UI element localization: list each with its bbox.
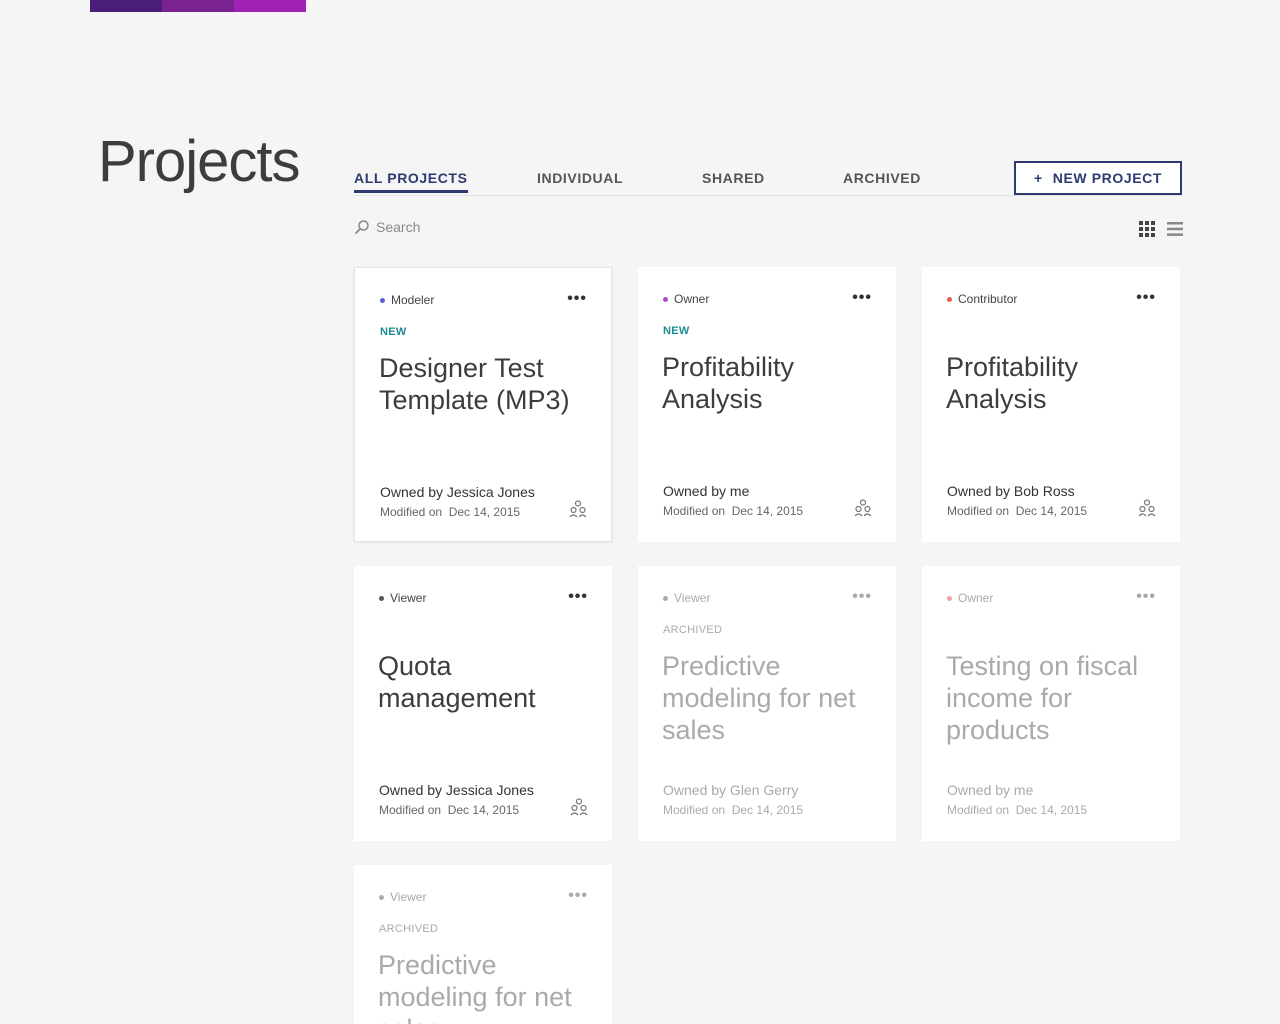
- project-card[interactable]: Modeler ••• NEW Designer Test Template (…: [354, 267, 612, 542]
- more-options-button[interactable]: •••: [1136, 289, 1156, 307]
- owner-text: Owned by Jessica Jones: [379, 782, 534, 798]
- project-card[interactable]: Viewer ••• ARCHIVED Predictive modeling …: [354, 865, 612, 1024]
- status-badge: NEW: [663, 325, 690, 337]
- shared-users-icon[interactable]: [1138, 499, 1156, 517]
- more-options-button[interactable]: •••: [852, 289, 872, 307]
- status-badge: ARCHIVED: [379, 923, 439, 935]
- role-dot: [379, 595, 384, 601]
- role-dot: [663, 296, 668, 302]
- grid-view-icon[interactable]: [1139, 221, 1155, 237]
- role-dot: [379, 894, 384, 900]
- owner-text: Owned by me: [663, 483, 750, 499]
- owner-text: Owned by me: [947, 782, 1034, 798]
- brand-bar-segment-2: [162, 0, 234, 12]
- shared-users-icon[interactable]: [569, 500, 587, 518]
- project-title[interactable]: Profitability Analysis: [946, 351, 1146, 415]
- more-options-button[interactable]: •••: [568, 588, 588, 606]
- more-options-button[interactable]: •••: [1136, 588, 1156, 606]
- more-options-button[interactable]: •••: [568, 887, 588, 905]
- brand-bar-segment-3: [234, 0, 306, 12]
- project-title[interactable]: Predictive modeling for net sales: [378, 949, 578, 1024]
- project-title[interactable]: Designer Test Template (MP3): [379, 352, 579, 416]
- modified-text: Modified on Dec 14, 2015: [947, 803, 1088, 817]
- project-card[interactable]: Owner ••• NEW Profitability Analysis Own…: [638, 267, 896, 542]
- tab-individual[interactable]: INDIVIDUAL: [537, 170, 623, 192]
- project-card[interactable]: Owner ••• Testing on fiscal income for p…: [922, 566, 1180, 841]
- tab-shared[interactable]: SHARED: [702, 170, 765, 192]
- search-field[interactable]: Search: [354, 219, 420, 235]
- project-card[interactable]: Viewer ••• ARCHIVED Predictive modeling …: [638, 566, 896, 841]
- modified-text: Modified on Dec 14, 2015: [380, 505, 521, 519]
- role-dot: [380, 297, 385, 303]
- role-dot: [947, 296, 952, 302]
- role-label: Contributor: [947, 292, 1017, 306]
- search-input[interactable]: Search: [376, 219, 420, 235]
- more-options-button[interactable]: •••: [567, 290, 587, 308]
- status-badge: NEW: [380, 326, 407, 338]
- project-title[interactable]: Profitability Analysis: [662, 351, 862, 415]
- modified-text: Modified on Dec 14, 2015: [947, 504, 1088, 518]
- new-project-button[interactable]: + NEW PROJECT: [1014, 161, 1182, 195]
- role-label: Owner: [947, 591, 993, 605]
- brand-bar: [90, 0, 306, 12]
- project-title[interactable]: Predictive modeling for net sales: [662, 650, 862, 746]
- tab-all-projects[interactable]: ALL PROJECTS: [354, 170, 468, 193]
- shared-users-icon[interactable]: [570, 798, 588, 816]
- brand-bar-segment-1: [90, 0, 162, 12]
- status-badge: ARCHIVED: [663, 624, 723, 636]
- search-icon: [354, 220, 369, 235]
- project-title[interactable]: Quota management: [378, 650, 578, 714]
- modified-text: Modified on Dec 14, 2015: [663, 803, 804, 817]
- role-label: Owner: [663, 292, 709, 306]
- tab-archived[interactable]: ARCHIVED: [843, 170, 921, 192]
- shared-users-icon[interactable]: [854, 499, 872, 517]
- project-card[interactable]: Contributor ••• Profitability Analysis O…: [922, 267, 1180, 542]
- more-options-button[interactable]: •••: [852, 588, 872, 606]
- role-label: Viewer: [379, 890, 426, 904]
- owner-text: Owned by Jessica Jones: [380, 484, 535, 500]
- list-view-icon[interactable]: [1167, 221, 1183, 237]
- role-dot: [947, 595, 952, 601]
- owner-text: Owned by Glen Gerry: [663, 782, 799, 798]
- role-dot: [663, 595, 668, 601]
- modified-text: Modified on Dec 14, 2015: [379, 803, 520, 817]
- plus-icon: +: [1033, 170, 1043, 186]
- new-project-label: NEW PROJECT: [1052, 170, 1163, 186]
- owner-text: Owned by Bob Ross: [947, 483, 1075, 499]
- role-label: Viewer: [663, 591, 710, 605]
- role-label: Viewer: [379, 591, 426, 605]
- page-title: Projects: [98, 129, 301, 194]
- project-title[interactable]: Testing on fiscal income for products: [946, 650, 1146, 746]
- modified-text: Modified on Dec 14, 2015: [663, 504, 804, 518]
- project-card[interactable]: Viewer ••• Quota management Owned by Jes…: [354, 566, 612, 841]
- role-label: Modeler: [380, 293, 434, 307]
